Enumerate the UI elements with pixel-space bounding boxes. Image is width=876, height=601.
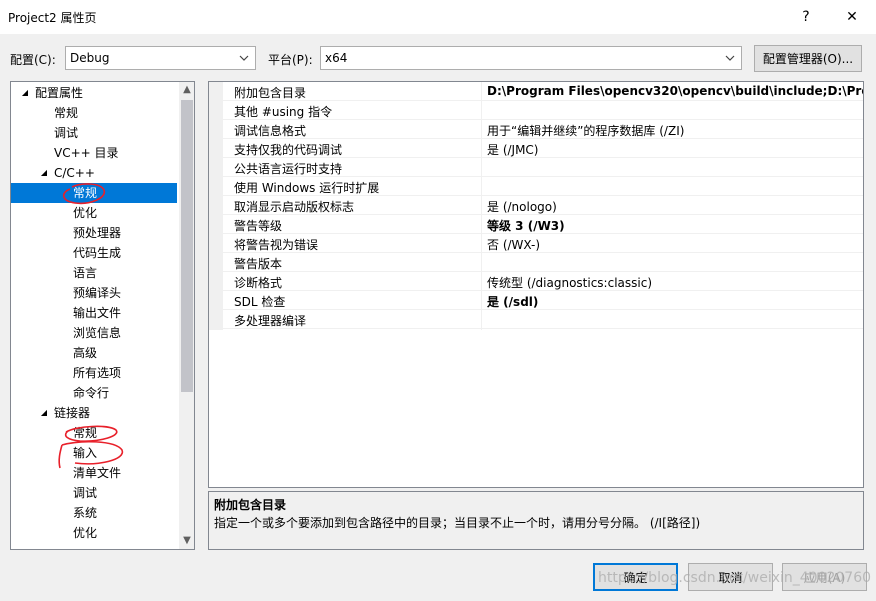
property-row[interactable]: 多处理器编译	[209, 310, 863, 329]
tree-item[interactable]: C/C++	[11, 163, 177, 183]
property-name: 将警告视为错误	[234, 238, 319, 252]
tree-item[interactable]: 常规	[11, 423, 177, 443]
property-row[interactable]: SDL 检查 是 (/sdl)	[209, 291, 863, 310]
config-manager-button[interactable]: 配置管理器(O)...	[754, 45, 862, 72]
tree-item[interactable]: 代码生成	[11, 243, 177, 263]
property-tree: ◢ 配置属性 常规 调试 VC++ 目录 ◢ C/C++ 常规 优化 预处理器 代码生成 语言 预编译头…	[10, 81, 195, 550]
tree-item[interactable]: 调试	[11, 483, 177, 503]
property-value[interactable]: 用于“编辑并继续”的程序数据库 (/ZI)	[487, 122, 684, 139]
property-row[interactable]: 调试信息格式 用于“编辑并继续”的程序数据库 (/ZI)	[209, 120, 863, 139]
property-name: 使用 Windows 运行时扩展	[234, 181, 380, 195]
config-select[interactable]: Debug	[65, 46, 256, 70]
help-icon: ?	[802, 9, 810, 25]
close-icon: ✕	[846, 9, 858, 25]
platform-label: 平台(P):	[268, 53, 313, 67]
scroll-thumb[interactable]	[181, 100, 193, 392]
tree-scrollbar[interactable]: ▲ ▼	[179, 82, 194, 549]
property-row[interactable]: 警告等级 等级 3 (/W3)	[209, 215, 863, 234]
property-row[interactable]: 使用 Windows 运行时扩展	[209, 177, 863, 196]
property-value[interactable]: D:\Program Files\opencv320\opencv\build\…	[487, 84, 863, 98]
property-name: 警告版本	[234, 257, 283, 271]
property-name: 取消显示启动版权标志	[234, 200, 355, 214]
platform-value: x64	[325, 51, 348, 65]
tree-item[interactable]: 调试	[11, 123, 177, 143]
chevron-down-icon	[725, 55, 735, 61]
description-text: 指定一个或多个要添加到包含路径中的目录；当目录不止一个时，请用分号分隔。 (/I…	[214, 516, 701, 530]
tree-item[interactable]: 所有选项	[11, 363, 177, 383]
window-title: Project2 属性页	[8, 11, 97, 25]
scroll-down-icon[interactable]: ▼	[179, 533, 194, 549]
tree-item[interactable]: 优化	[11, 523, 177, 543]
property-grid: 附加包含目录 D:\Program Files\opencv320\opencv\…	[208, 81, 864, 488]
tree-item[interactable]: 语言	[11, 263, 177, 283]
close-button[interactable]: ✕	[830, 4, 874, 30]
tree-item[interactable]: 配置属性	[11, 83, 177, 103]
grid-column-divider[interactable]	[481, 82, 482, 330]
description-panel: 附加包含目录 指定一个或多个要添加到包含路径中的目录；当目录不止一个时，请用分号…	[208, 491, 864, 550]
description-title: 附加包含目录	[214, 498, 287, 512]
property-value[interactable]: 否 (/WX-)	[487, 236, 540, 253]
chevron-down-icon	[239, 55, 249, 61]
title-bar: Project2 属性页 ? ✕	[0, 0, 876, 34]
tree-item[interactable]: 常规	[11, 183, 177, 203]
property-name: 附加包含目录	[234, 86, 307, 100]
property-name: 公共语言运行时支持	[234, 162, 343, 176]
tree-item[interactable]: 常规	[11, 103, 177, 123]
platform-select[interactable]: x64	[320, 46, 742, 70]
property-row[interactable]: 诊断格式 传统型 (/diagnostics:classic)	[209, 272, 863, 291]
tree-item[interactable]: 预处理器	[11, 223, 177, 243]
property-row[interactable]: 支持仅我的代码调试 是 (/JMC)	[209, 139, 863, 158]
property-row[interactable]: 将警告视为错误 否 (/WX-)	[209, 234, 863, 253]
tree-item[interactable]: 系统	[11, 503, 177, 523]
property-row[interactable]: 附加包含目录 D:\Program Files\opencv320\opencv\…	[209, 82, 863, 101]
property-row[interactable]: 公共语言运行时支持	[209, 158, 863, 177]
property-value[interactable]: 是 (/JMC)	[487, 141, 539, 158]
property-value[interactable]: 是 (/sdl)	[487, 293, 538, 310]
config-label: 配置(C):	[10, 53, 56, 67]
property-value[interactable]: 是 (/nologo)	[487, 198, 557, 215]
tree-item[interactable]: 输出文件	[11, 303, 177, 323]
property-name: 多处理器编译	[234, 314, 307, 328]
watermark: https://blog.csdn.net/weixin_40020760	[598, 570, 872, 586]
property-name: 其他 #using 指令	[234, 105, 333, 119]
tree-item[interactable]: 优化	[11, 203, 177, 223]
property-name: 调试信息格式	[234, 124, 307, 138]
tree-item[interactable]: 高级	[11, 343, 177, 363]
tree-item[interactable]: 预编译头	[11, 283, 177, 303]
property-row[interactable]: 其他 #using 指令	[209, 101, 863, 120]
property-name: 支持仅我的代码调试	[234, 143, 343, 157]
property-value[interactable]: 等级 3 (/W3)	[487, 217, 565, 234]
property-value[interactable]: 传统型 (/diagnostics:classic)	[487, 274, 652, 291]
tree-item[interactable]: 命令行	[11, 383, 177, 403]
tree-item[interactable]: 链接器	[11, 403, 177, 423]
property-name: 诊断格式	[234, 276, 283, 290]
config-value: Debug	[70, 51, 110, 65]
help-button[interactable]: ?	[784, 4, 828, 30]
tree-item[interactable]: 清单文件	[11, 463, 177, 483]
tree-item[interactable]: 浏览信息	[11, 323, 177, 343]
property-row[interactable]: 警告版本	[209, 253, 863, 272]
property-name: 警告等级	[234, 219, 283, 233]
tree-item[interactable]: 输入	[11, 443, 177, 463]
property-name: SDL 检查	[234, 295, 286, 309]
tree-item[interactable]: VC++ 目录	[11, 143, 177, 163]
property-row[interactable]: 取消显示启动版权标志 是 (/nologo)	[209, 196, 863, 215]
scroll-up-icon[interactable]: ▲	[179, 82, 194, 98]
